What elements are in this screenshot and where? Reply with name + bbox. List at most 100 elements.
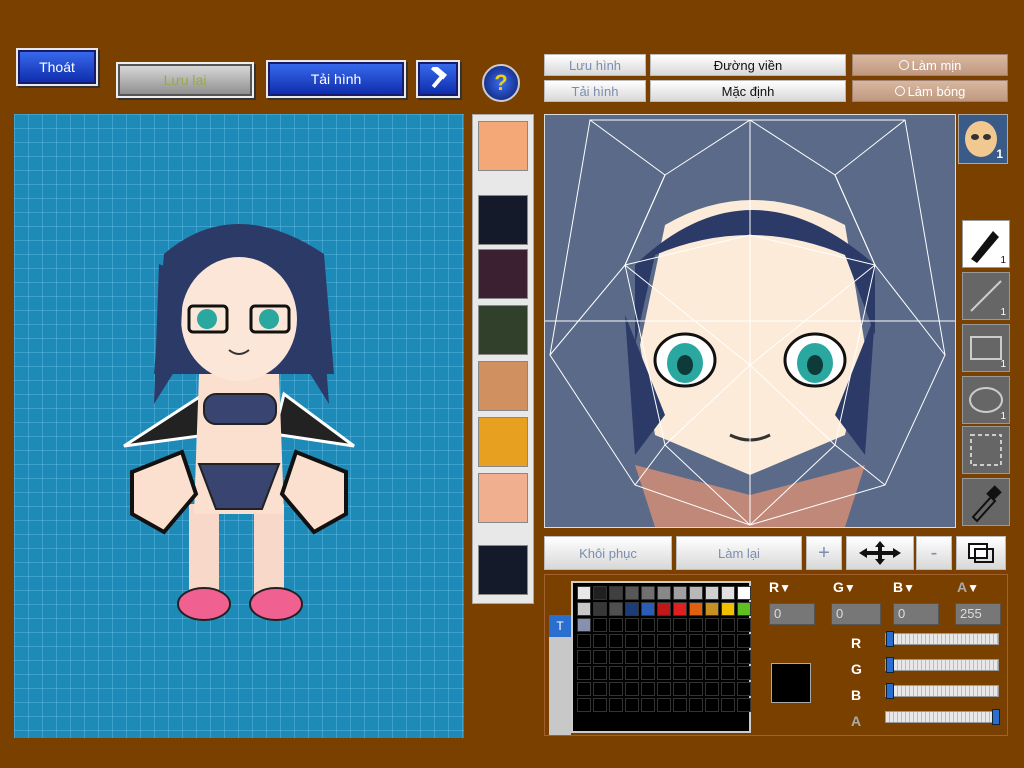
palette-swatch[interactable] bbox=[577, 650, 591, 664]
palette-swatch[interactable] bbox=[721, 650, 735, 664]
tool-button[interactable] bbox=[416, 60, 460, 98]
part-empty-slot[interactable] bbox=[478, 195, 528, 245]
palette-swatch[interactable] bbox=[689, 586, 703, 600]
palette-swatch[interactable] bbox=[689, 666, 703, 680]
r-slider-handle[interactable] bbox=[886, 631, 894, 647]
palette-swatch[interactable] bbox=[705, 586, 719, 600]
part-skin-thumbnail[interactable] bbox=[478, 417, 528, 467]
move-button[interactable] bbox=[846, 536, 914, 570]
palette-swatch[interactable] bbox=[657, 586, 671, 600]
palette-swatch[interactable] bbox=[577, 682, 591, 696]
g-channel-select[interactable]: G▼ bbox=[833, 579, 879, 599]
palette-swatch[interactable] bbox=[577, 586, 591, 600]
palette-swatch[interactable] bbox=[673, 586, 687, 600]
palette-swatch[interactable] bbox=[593, 682, 607, 696]
palette-swatch[interactable] bbox=[593, 634, 607, 648]
palette-swatch[interactable] bbox=[593, 666, 607, 680]
palette-swatch[interactable] bbox=[689, 634, 703, 648]
palette-swatch[interactable] bbox=[673, 650, 687, 664]
b-value-field[interactable]: 0 bbox=[893, 603, 939, 625]
palette-swatch[interactable] bbox=[673, 634, 687, 648]
palette-swatch[interactable] bbox=[625, 650, 639, 664]
palette-swatch[interactable] bbox=[689, 698, 703, 712]
load-button[interactable]: Tải hình bbox=[266, 60, 406, 98]
palette-swatch[interactable] bbox=[705, 650, 719, 664]
zoom-in-button[interactable]: + bbox=[806, 536, 842, 570]
eyedropper-tool[interactable] bbox=[962, 478, 1010, 526]
palette-swatch[interactable] bbox=[705, 698, 719, 712]
b-channel-select[interactable]: B▼ bbox=[893, 579, 939, 599]
shade-radio[interactable]: Làm bóng bbox=[852, 80, 1008, 102]
palette-swatch[interactable] bbox=[625, 586, 639, 600]
palette-swatch[interactable] bbox=[721, 666, 735, 680]
part-body-thumbnail[interactable] bbox=[478, 305, 528, 355]
palette-swatch[interactable] bbox=[657, 618, 671, 632]
palette-swatch[interactable] bbox=[721, 634, 735, 648]
palette-swatch[interactable] bbox=[609, 618, 623, 632]
a-slider[interactable] bbox=[885, 709, 1000, 725]
r-channel-select[interactable]: R▼ bbox=[769, 579, 815, 599]
save-button[interactable]: Lưu lại bbox=[116, 62, 254, 98]
palette-swatch[interactable] bbox=[609, 602, 623, 616]
palette-swatch[interactable] bbox=[577, 634, 591, 648]
palette-swatch[interactable] bbox=[657, 682, 671, 696]
palette-swatch[interactable] bbox=[721, 618, 735, 632]
b-slider-handle[interactable] bbox=[886, 683, 894, 699]
palette-swatch[interactable] bbox=[689, 650, 703, 664]
palette-swatch[interactable] bbox=[737, 618, 751, 632]
outline-button[interactable]: Đường viền bbox=[650, 54, 846, 76]
palette-swatch[interactable] bbox=[625, 634, 639, 648]
palette-swatch[interactable] bbox=[673, 602, 687, 616]
palette-swatch[interactable] bbox=[705, 602, 719, 616]
palette-swatch[interactable] bbox=[593, 586, 607, 600]
r-slider[interactable] bbox=[885, 631, 999, 647]
palette-swatch[interactable] bbox=[657, 634, 671, 648]
palette-swatch[interactable] bbox=[657, 650, 671, 664]
exit-button[interactable]: Thoát bbox=[16, 48, 98, 86]
palette-swatch[interactable] bbox=[593, 650, 607, 664]
palette-swatch[interactable] bbox=[577, 698, 591, 712]
part-face-thumbnail[interactable] bbox=[478, 121, 528, 171]
palette-swatch[interactable] bbox=[625, 618, 639, 632]
palette-swatch[interactable] bbox=[721, 682, 735, 696]
palette-swatch[interactable] bbox=[641, 698, 655, 712]
palette-swatch[interactable] bbox=[641, 618, 655, 632]
palette-swatch[interactable] bbox=[673, 618, 687, 632]
face-preview[interactable]: 1 bbox=[958, 114, 1008, 164]
palette-swatch[interactable] bbox=[657, 666, 671, 680]
palette-swatch[interactable] bbox=[609, 586, 623, 600]
a-channel-select[interactable]: A▼ bbox=[957, 579, 1003, 599]
rectangle-tool[interactable]: 1 bbox=[962, 324, 1010, 372]
palette-swatch[interactable] bbox=[625, 666, 639, 680]
palette-swatch[interactable] bbox=[593, 618, 607, 632]
palette-swatch[interactable] bbox=[641, 602, 655, 616]
pen-tool[interactable]: 1 bbox=[962, 220, 1010, 268]
layer-button[interactable] bbox=[956, 536, 1006, 570]
g-slider-handle[interactable] bbox=[886, 657, 894, 673]
palette-swatch[interactable] bbox=[689, 682, 703, 696]
palette-swatch[interactable] bbox=[609, 682, 623, 696]
palette-swatch[interactable] bbox=[657, 698, 671, 712]
part-glasses-thumbnail[interactable] bbox=[478, 361, 528, 411]
palette-swatch[interactable] bbox=[657, 602, 671, 616]
palette-swatch[interactable] bbox=[641, 586, 655, 600]
palette-swatch[interactable] bbox=[641, 650, 655, 664]
part-face-base-thumbnail[interactable] bbox=[478, 473, 528, 523]
save-image-button[interactable]: Lưu hình bbox=[544, 54, 646, 76]
palette-swatch[interactable] bbox=[609, 666, 623, 680]
palette-swatch[interactable] bbox=[641, 682, 655, 696]
palette-swatch[interactable] bbox=[641, 634, 655, 648]
palette-swatch[interactable] bbox=[609, 698, 623, 712]
part-empty-slot-2[interactable] bbox=[478, 545, 528, 595]
palette-swatch[interactable] bbox=[721, 586, 735, 600]
ellipse-tool[interactable]: 1 bbox=[962, 376, 1010, 424]
part-hair-thumbnail[interactable] bbox=[478, 249, 528, 299]
palette-swatch[interactable] bbox=[721, 602, 735, 616]
redo-button[interactable]: Làm lại bbox=[676, 536, 802, 570]
default-button[interactable]: Mặc định bbox=[650, 80, 846, 102]
palette-swatch[interactable] bbox=[673, 698, 687, 712]
zoom-out-button[interactable]: - bbox=[916, 536, 952, 570]
a-value-field[interactable]: 255 bbox=[955, 603, 1001, 625]
palette-swatch[interactable] bbox=[737, 666, 751, 680]
palette-swatch[interactable] bbox=[737, 634, 751, 648]
